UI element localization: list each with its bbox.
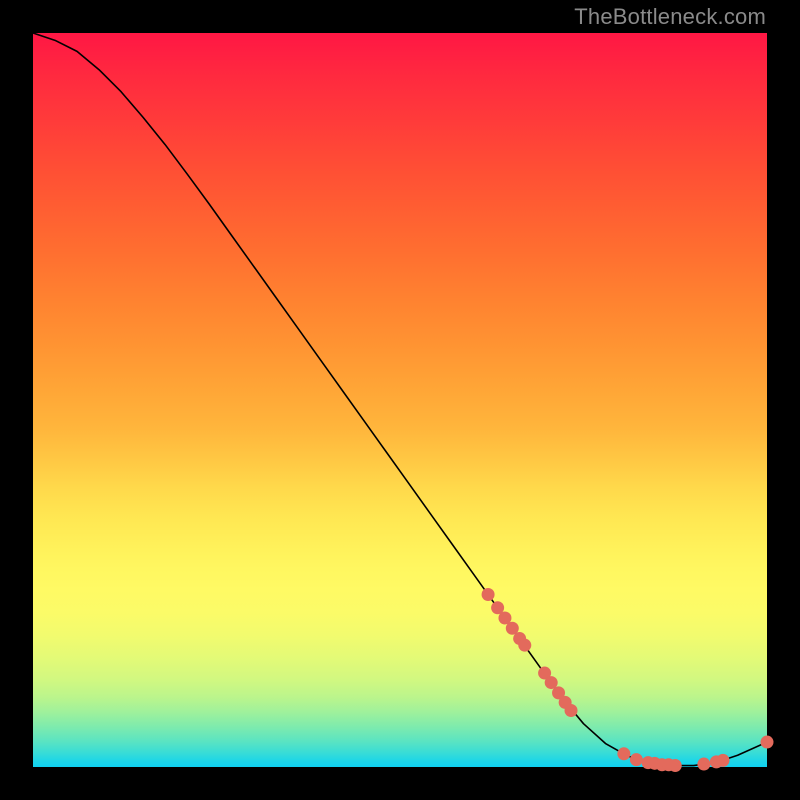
chart-marker: [482, 588, 495, 601]
chart-markers: [482, 588, 774, 772]
chart-stage: TheBottleneck.com: [0, 0, 800, 800]
chart-marker: [697, 758, 710, 771]
watermark-text: TheBottleneck.com: [574, 4, 766, 30]
chart-marker: [761, 736, 774, 749]
chart-svg: [33, 33, 767, 767]
chart-marker: [669, 759, 682, 772]
chart-marker: [630, 753, 643, 766]
chart-marker: [617, 747, 630, 760]
chart-plot-area: [33, 33, 767, 767]
chart-line: [33, 33, 767, 766]
chart-marker: [716, 754, 729, 767]
chart-marker: [565, 704, 578, 717]
chart-marker: [518, 639, 531, 652]
